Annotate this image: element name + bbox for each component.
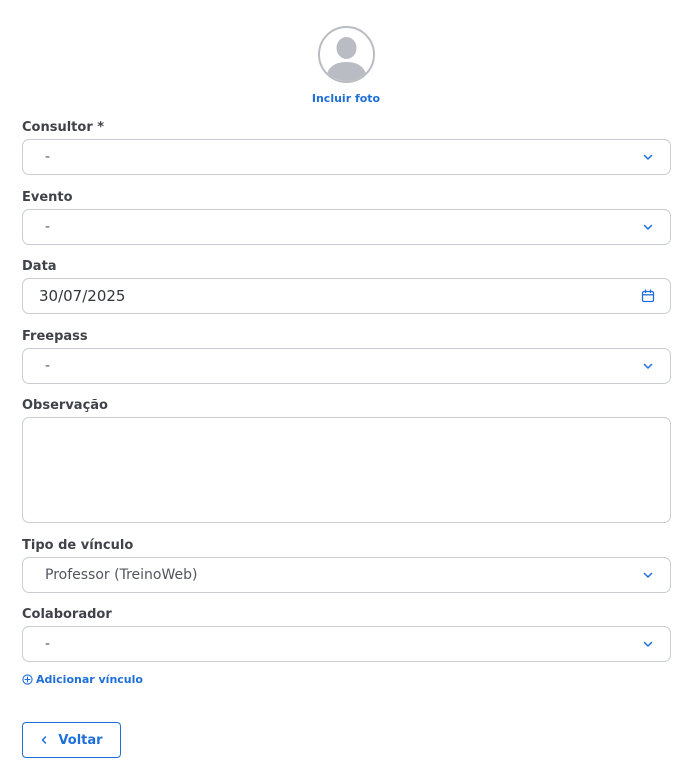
tipo-vinculo-label: Tipo de vínculo xyxy=(22,538,134,553)
add-vinculo-link[interactable]: Adicionar vínculo xyxy=(22,673,143,686)
chevron-down-icon xyxy=(643,572,653,578)
consultor-label: Consultor * xyxy=(22,120,105,135)
freepass-select[interactable]: - xyxy=(22,348,671,384)
consultor-select[interactable]: - xyxy=(22,139,671,175)
chevron-down-icon xyxy=(643,154,653,160)
date-input[interactable]: 30/07/2025 xyxy=(22,278,671,314)
chevron-left-icon xyxy=(42,736,47,744)
chevron-down-icon xyxy=(643,224,653,230)
freepass-label: Freepass xyxy=(22,329,88,344)
chevron-down-icon xyxy=(643,641,653,647)
date-value: 30/07/2025 xyxy=(39,287,126,305)
chevron-down-icon xyxy=(643,363,653,369)
observacao-textarea[interactable] xyxy=(22,417,671,523)
plus-circle-icon xyxy=(22,674,33,685)
colaborador-select[interactable]: - xyxy=(22,626,671,662)
tipo-vinculo-select[interactable]: Professor (TreinoWeb) xyxy=(22,557,671,593)
avatar[interactable] xyxy=(318,26,375,83)
evento-label: Evento xyxy=(22,190,73,205)
back-button[interactable]: Voltar xyxy=(22,722,121,758)
tipo-vinculo-value: Professor (TreinoWeb) xyxy=(45,567,198,583)
colaborador-value: - xyxy=(45,636,51,652)
calendar-icon[interactable] xyxy=(641,289,655,303)
user-silhouette-icon xyxy=(326,37,367,81)
consultor-value: - xyxy=(45,149,51,165)
observacao-label: Observação xyxy=(22,398,108,413)
add-vinculo-label: Adicionar vínculo xyxy=(36,673,143,686)
include-photo-link[interactable]: Incluir foto xyxy=(296,92,396,105)
evento-value: - xyxy=(45,219,51,235)
freepass-value: - xyxy=(45,358,51,374)
client-form: Incluir foto Consultor * - Evento - Data… xyxy=(0,0,680,766)
evento-select[interactable]: - xyxy=(22,209,671,245)
colaborador-label: Colaborador xyxy=(22,607,112,622)
back-button-label: Voltar xyxy=(58,732,103,748)
data-label: Data xyxy=(22,259,57,274)
